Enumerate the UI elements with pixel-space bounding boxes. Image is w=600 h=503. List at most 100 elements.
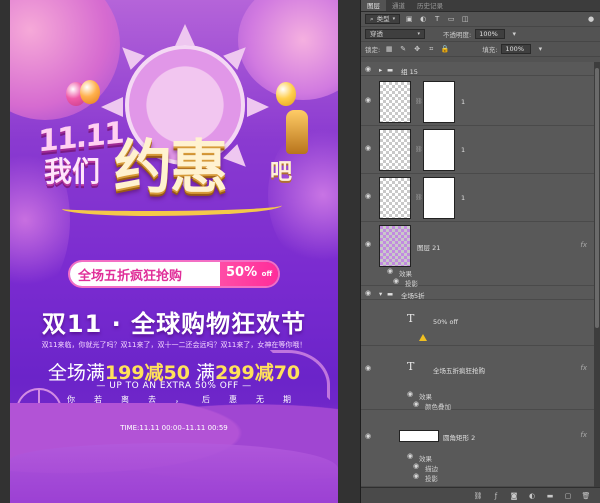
eye-icon[interactable]: ◉ <box>363 192 373 202</box>
text-layer-icon: T <box>407 312 415 325</box>
eye-icon[interactable]: ◉ <box>363 65 373 75</box>
photoshop-window: 11.11 我们 约惠 吧 全场五折疯狂抢购 50% off 双11 · 全球购… <box>0 0 600 503</box>
lock-transparent-icon[interactable]: ▦ <box>384 44 394 54</box>
layer-mask-thumbnail[interactable] <box>423 81 455 123</box>
search-icon: ⌕ <box>370 15 374 23</box>
eye-icon[interactable]: ◉ <box>363 289 373 299</box>
layer-row[interactable]: ◉ ⛓ 1 <box>361 126 595 174</box>
opacity-label: 不透明度: <box>443 31 472 39</box>
layer-name: 1 <box>461 98 466 106</box>
layer-name: 全场5折 <box>401 292 425 300</box>
link-icon[interactable]: ⛓ <box>415 194 423 201</box>
layer-row[interactable]: ◉ ⛓ 1 <box>361 174 595 222</box>
time-line: TIME:11.11 00:00–11.11 00:59 <box>120 424 228 432</box>
tab-channels[interactable]: 通道 <box>386 0 411 11</box>
chevron-down-icon[interactable]: ▾ <box>379 290 382 298</box>
adjustment-filter-icon[interactable]: ◐ <box>418 14 428 24</box>
new-group-icon[interactable]: ▬ <box>545 491 555 501</box>
pixel-filter-icon[interactable]: ▣ <box>404 14 414 24</box>
poster-canvas[interactable]: 11.11 我们 约惠 吧 全场五折疯狂抢购 50% off 双11 · 全球购… <box>10 0 338 503</box>
panel-tabs: 图层 通道 历史记录 <box>361 0 600 12</box>
eye-icon[interactable]: ◉ <box>363 96 373 106</box>
canvas-area[interactable]: 11.11 我们 约惠 吧 全场五折疯狂抢购 50% off 双11 · 全球购… <box>0 0 360 503</box>
fx-icon[interactable]: fx <box>580 241 587 249</box>
poster-subline: 双11来临，你就光了吗？双11来了，双十一二还会远吗？双11来了，女神在等你哦！ <box>41 341 307 349</box>
poster-headline: 双11 · 全球购物狂欢节 <box>41 310 307 338</box>
lock-brush-icon[interactable]: ✎ <box>398 44 408 54</box>
tab-layers[interactable]: 图层 <box>361 0 386 11</box>
eye-icon[interactable]: ◉ <box>391 277 401 287</box>
layer-list[interactable]: ◉ ▸ ▬ 组 15 ◉ ⛓ 1 ◉ ⛓ 1 ◉ ⛓ 1 ◉ 图层 21 fx … <box>361 62 600 487</box>
layer-filter-dropdown[interactable]: ⌕ 类型 ▾ <box>365 14 401 24</box>
layers-panel: 图层 通道 历史记录 ⌕ 类型 ▾ ▣ ◐ T ▭ ◫ ● 穿透 ▾ 不透明度: 10… <box>360 0 600 503</box>
adjustment-layer-icon[interactable]: ◐ <box>527 491 537 501</box>
shape-layer-rounded-rect[interactable]: ◉ 圆角矩形 2 fx ◉ 效果 ◉ 描边 ◉ 投影 <box>361 412 595 487</box>
shape-thumbnail <box>399 430 439 442</box>
text-layer-icon: T <box>407 360 415 373</box>
layer-name: 全场五折疯狂抢购 <box>433 367 485 375</box>
layer-name: 组 15 <box>401 68 418 76</box>
layer-name: 圆角矩形 2 <box>443 434 476 442</box>
layer-group-15[interactable]: ◉ ▸ ▬ 组 15 <box>361 64 595 76</box>
eye-icon[interactable]: ◉ <box>411 472 421 482</box>
text-layer-50off[interactable]: T 50% off <box>361 302 595 346</box>
title-swirl <box>62 198 282 216</box>
scrollbar-thumb[interactable] <box>595 68 599 328</box>
layer-thumbnail <box>379 177 411 219</box>
smart-object-filter-icon[interactable]: ◫ <box>460 14 470 24</box>
eye-icon[interactable]: ◉ <box>363 240 373 250</box>
delete-layer-icon[interactable]: 🗑 <box>581 491 591 501</box>
tab-history[interactable]: 历史记录 <box>411 0 449 11</box>
shape-filter-icon[interactable]: ▭ <box>446 14 456 24</box>
eye-icon[interactable]: ◉ <box>363 432 373 442</box>
layer-name: 50% off <box>433 318 458 326</box>
layer-group-full5[interactable]: ◉ ▾ ▬ 全场5折 <box>361 288 595 300</box>
link-icon[interactable]: ⛓ <box>415 146 423 153</box>
lock-artboard-icon[interactable]: ⌗ <box>426 44 436 54</box>
link-icon[interactable]: ⛓ <box>415 98 423 105</box>
layer-mask-thumbnail[interactable] <box>423 177 455 219</box>
promo-label: 全场五折疯狂抢购 <box>78 269 183 284</box>
chevron-down-icon[interactable]: ▾ <box>535 44 545 54</box>
fill-input[interactable]: 100% <box>501 44 532 54</box>
eye-icon[interactable]: ◉ <box>385 267 395 277</box>
effect-stroke: 描边 <box>425 465 438 473</box>
eye-icon[interactable]: ◉ <box>411 462 421 472</box>
add-style-icon[interactable]: ƒ <box>491 491 501 501</box>
eye-icon[interactable]: ◉ <box>405 390 415 400</box>
effect-drop-shadow: 投影 <box>405 280 418 288</box>
eye-icon[interactable]: ◉ <box>405 452 415 462</box>
title-ba: 吧 <box>270 160 293 185</box>
fx-icon[interactable]: fx <box>580 364 587 372</box>
folder-icon: ▬ <box>387 290 394 298</box>
lock-all-icon[interactable]: 🔒 <box>440 44 450 54</box>
chevron-right-icon[interactable]: ▸ <box>379 66 382 74</box>
cupid-figure <box>286 110 308 154</box>
eye-icon[interactable]: ◉ <box>363 364 373 374</box>
blend-mode-dropdown[interactable]: 穿透 ▾ <box>365 29 425 39</box>
layers-scrollbar[interactable] <box>594 62 600 487</box>
chevron-down-icon[interactable]: ▾ <box>509 29 519 39</box>
effect-drop-shadow: 投影 <box>425 475 438 483</box>
layer-row[interactable]: ◉ ⛓ 1 <box>361 78 595 126</box>
lock-row: 锁定: ▦ ✎ ✥ ⌗ 🔒 填充: 100% ▾ <box>361 42 600 57</box>
layer-name: 图层 21 <box>417 244 441 252</box>
folder-icon: ▬ <box>387 66 394 74</box>
layer-mask-thumbnail[interactable] <box>423 129 455 171</box>
layer-thumbnail <box>379 81 411 123</box>
opacity-input[interactable]: 100% <box>475 29 506 39</box>
filter-row: ⌕ 类型 ▾ ▣ ◐ T ▭ ◫ ● <box>361 12 600 27</box>
layer-row-21[interactable]: ◉ 图层 21 fx ◉ 效果 ◉ 投影 <box>361 222 595 288</box>
eye-icon[interactable]: ◉ <box>411 400 421 410</box>
layer-thumbnail <box>379 129 411 171</box>
add-mask-icon[interactable]: ◙ <box>509 491 519 501</box>
type-filter-icon[interactable]: T <box>432 14 442 24</box>
layer-name: 1 <box>461 146 466 154</box>
new-layer-icon[interactable]: ▢ <box>563 491 573 501</box>
text-layer-promo[interactable]: ◉ T 全场五折疯狂抢购 fx ◉ 效果 ◉ 颜色叠加 <box>361 346 595 411</box>
lock-move-icon[interactable]: ✥ <box>412 44 422 54</box>
link-layers-icon[interactable]: ⛓ <box>473 491 483 501</box>
fx-icon[interactable]: fx <box>580 431 587 439</box>
eye-icon[interactable]: ◉ <box>363 144 373 154</box>
filter-toggle-icon[interactable]: ● <box>586 14 596 24</box>
